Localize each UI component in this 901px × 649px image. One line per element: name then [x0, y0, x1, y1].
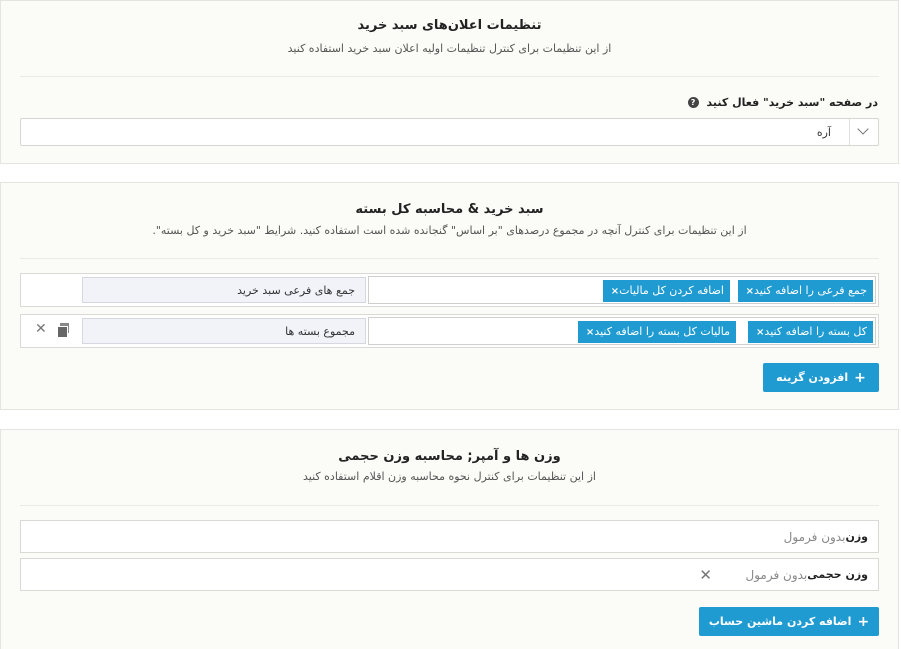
- chevron-down-icon: [857, 123, 869, 135]
- tags-input[interactable]: جمع فرعی را اضافه کنید× اضافه کردن کل ما…: [368, 276, 876, 304]
- add-calculator-label: اضافه کردن ماشین حساب: [708, 615, 852, 628]
- tag-label: کل بسته را اضافه کنید: [764, 325, 867, 338]
- divider: [20, 505, 879, 506]
- select-value: آره: [816, 126, 831, 139]
- copy-icon[interactable]: [56, 322, 69, 338]
- weight-label-name: وزن: [845, 530, 868, 543]
- plus-icon: +: [854, 369, 866, 386]
- totals-description: از این تنظیمات برای کنترل آنچه در مجموع …: [152, 224, 747, 237]
- weights-title: وزن ها و آمپر; محاسبه وزن حجمی: [338, 449, 561, 464]
- enable-on-cart-select[interactable]: آره: [20, 118, 879, 146]
- close-icon[interactable]: ✕: [35, 322, 47, 336]
- weight-formula: بدون فرمول: [783, 530, 846, 544]
- close-icon[interactable]: ✕: [699, 566, 712, 584]
- cart-notice-description: از این تنظیمات برای کنترل تنظیمات اولیه …: [287, 42, 612, 55]
- cart-notice-panel: تنظیمات اعلان‌های سبد خرید از این تنظیما…: [0, 0, 899, 164]
- weight-label: وزن بدون فرمول: [784, 530, 868, 544]
- totals-panel: سبد خرید & محاسبه کل بسته از این تنظیمات…: [0, 182, 899, 410]
- add-option-label: افزودن گزینه: [776, 371, 849, 384]
- tag-remove-icon[interactable]: ×: [611, 286, 619, 297]
- tag-chip[interactable]: اضافه کردن کل مالیات×: [602, 280, 730, 302]
- add-calculator-button[interactable]: + اضافه کردن ماشین حساب: [699, 607, 879, 636]
- weight-formula: بدون فرمول: [745, 568, 808, 582]
- row-actions: ✕: [35, 322, 69, 338]
- weight-label-name: وزن حجمی: [807, 568, 868, 581]
- weight-label: وزن حجمی بدون فرمول: [745, 568, 868, 582]
- weight-row[interactable]: وزن حجمی بدون فرمول ✕: [20, 558, 879, 591]
- select-arrow[interactable]: [849, 119, 878, 145]
- tag-label: مالیات کل بسته را اضافه کنید: [594, 325, 730, 338]
- help-icon[interactable]: ?: [687, 97, 699, 108]
- tag-remove-icon[interactable]: ×: [746, 286, 754, 297]
- cart-notice-title: تنظیمات اعلان‌های سبد خرید: [357, 18, 542, 33]
- weights-panel: وزن ها و آمپر; محاسبه وزن حجمی از این تن…: [0, 429, 899, 649]
- tag-chip[interactable]: جمع فرعی را اضافه کنید×: [737, 280, 873, 302]
- tag-chip[interactable]: کل بسته را اضافه کنید×: [748, 321, 873, 343]
- plus-icon: +: [857, 613, 870, 630]
- add-option-button[interactable]: + افزودن گزینه: [763, 363, 879, 392]
- enable-on-cart-label-text: در صفحه "سبد خرید" فعال کنید: [706, 96, 878, 109]
- row-name-input[interactable]: جمع های فرعی سبد خرید: [82, 277, 366, 303]
- weights-description: از این تنظیمات برای کنترل نحوه محاسبه وز…: [303, 470, 596, 483]
- totals-row: جمع فرعی را اضافه کنید× اضافه کردن کل ما…: [20, 273, 879, 307]
- weight-row[interactable]: وزن بدون فرمول: [20, 520, 879, 553]
- tag-label: جمع فرعی را اضافه کنید: [754, 284, 867, 297]
- tag-label: اضافه کردن کل مالیات: [619, 284, 724, 297]
- divider: [20, 76, 879, 77]
- tags-input[interactable]: کل بسته را اضافه کنید× مالیات کل بسته را…: [368, 317, 876, 345]
- divider: [20, 258, 879, 259]
- tag-chip[interactable]: مالیات کل بسته را اضافه کنید×: [577, 321, 736, 343]
- enable-on-cart-label: در صفحه "سبد خرید" فعال کنید ?: [687, 96, 878, 109]
- row-name-input[interactable]: مجموع بسته ها: [82, 318, 366, 344]
- totals-title: سبد خرید & محاسبه کل بسته: [355, 202, 544, 217]
- totals-row: کل بسته را اضافه کنید× مالیات کل بسته را…: [20, 314, 879, 348]
